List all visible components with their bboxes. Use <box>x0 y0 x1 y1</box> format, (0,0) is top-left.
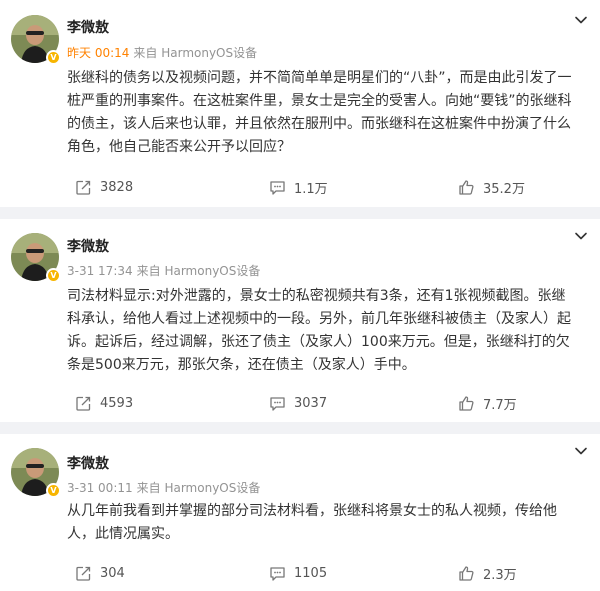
like-icon <box>459 395 474 411</box>
post-card: V 李微敖 昨天 00:14 来自 HarmonyOS设备 张继科的债务以及视频问… <box>0 0 600 207</box>
like-count: 35.2万 <box>483 181 525 197</box>
verified-badge-icon: V <box>46 50 61 65</box>
comment-button[interactable]: 1.1万 <box>269 177 328 197</box>
action-bar: 304 1105 2.3万 <box>0 563 600 583</box>
repost-button[interactable]: 4593 <box>75 393 133 413</box>
weibo-feed: V 李微敖 昨天 00:14 来自 HarmonyOS设备 张继科的债务以及视频问… <box>0 0 600 591</box>
verified-badge-icon: V <box>46 483 61 498</box>
comment-count: 3037 <box>294 395 328 411</box>
action-bar: 3828 1.1万 35.2万 <box>0 177 600 197</box>
comment-icon <box>270 396 285 411</box>
comment-count: 1105 <box>294 565 328 581</box>
post-text: 张继科的债务以及视频问题，并不简简单单是明星们的“八卦”，而是由此引发了一桩严重… <box>67 70 572 155</box>
chevron-down-icon[interactable] <box>574 13 588 27</box>
post-meta: 昨天 00:14 来自 HarmonyOS设备 <box>67 44 257 61</box>
avatar[interactable]: V <box>11 448 61 498</box>
like-button[interactable]: 2.3万 <box>458 563 517 583</box>
action-bar: 4593 3037 7.7万 <box>0 393 600 413</box>
post-time[interactable]: 3-31 17:34 <box>67 264 133 278</box>
author-name[interactable]: 李微敖 <box>67 17 109 37</box>
repost-count: 304 <box>100 565 125 581</box>
author-name[interactable]: 李微敖 <box>67 453 109 473</box>
repost-count: 4593 <box>100 395 134 411</box>
post-source: 来自 HarmonyOS设备 <box>136 264 261 278</box>
post-text: 从几年前我看到并掌握的部分司法材料看，张继科将景女士的私人视频，传给他人，此情况… <box>67 503 557 542</box>
chevron-down-icon[interactable] <box>574 229 588 243</box>
like-count: 7.7万 <box>483 397 517 413</box>
like-icon <box>459 565 474 581</box>
like-count: 2.3万 <box>483 567 517 583</box>
post-source: 来自 HarmonyOS设备 <box>136 481 261 495</box>
comment-button[interactable]: 3037 <box>269 393 327 413</box>
post-source: 来自 HarmonyOS设备 <box>133 46 258 60</box>
comment-count: 1.1万 <box>294 181 328 197</box>
avatar[interactable]: V <box>11 15 61 65</box>
repost-icon <box>76 180 91 195</box>
author-name[interactable]: 李微敖 <box>67 236 109 256</box>
post-card: V 李微敖 3-31 17:34 来自 HarmonyOS设备 司法材料显示:对外… <box>0 219 600 422</box>
verified-badge-icon: V <box>46 268 61 283</box>
post-time[interactable]: 3-31 00:11 <box>67 481 133 495</box>
avatar[interactable]: V <box>11 233 61 283</box>
comment-button[interactable]: 1105 <box>269 563 327 583</box>
comment-icon <box>270 180 285 195</box>
post-meta: 3-31 00:11 来自 HarmonyOS设备 <box>67 479 260 496</box>
repost-button[interactable]: 3828 <box>75 177 133 197</box>
comment-icon <box>270 566 285 581</box>
post-meta: 3-31 17:34 来自 HarmonyOS设备 <box>67 262 260 279</box>
repost-icon <box>76 396 91 411</box>
chevron-down-icon[interactable] <box>574 444 588 458</box>
like-button[interactable]: 35.2万 <box>458 177 525 197</box>
repost-button[interactable]: 304 <box>75 563 125 583</box>
post-text: 司法材料显示:对外泄露的，景女士的私密视频共有3条，还有1张视频截图。张继科承认… <box>67 288 571 373</box>
post-card: V 李微敖 3-31 00:11 来自 HarmonyOS设备 从几年前我看到并掌… <box>0 434 600 591</box>
like-button[interactable]: 7.7万 <box>458 393 517 413</box>
post-time[interactable]: 昨天 00:14 <box>67 46 129 60</box>
repost-icon <box>76 566 91 581</box>
like-icon <box>459 179 474 195</box>
repost-count: 3828 <box>100 179 134 195</box>
